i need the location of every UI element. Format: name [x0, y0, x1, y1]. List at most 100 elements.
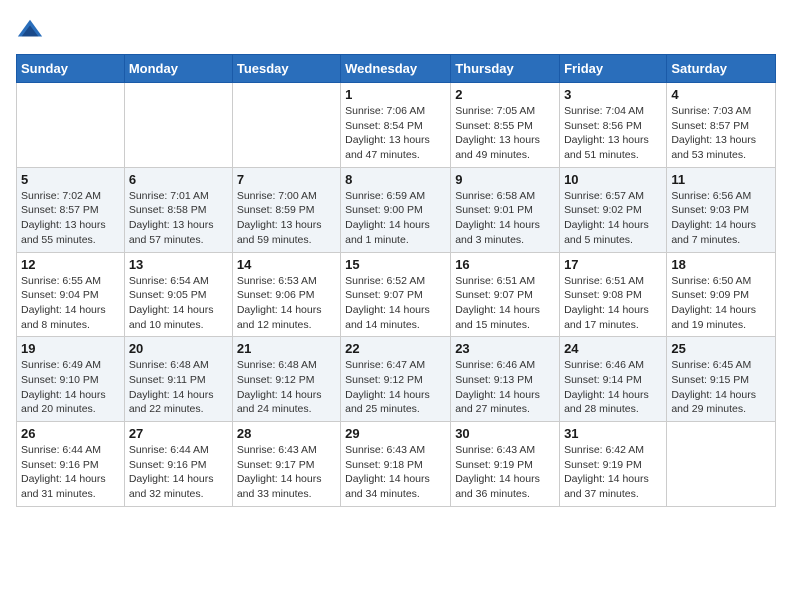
day-info: Sunrise: 7:01 AM Sunset: 8:58 PM Dayligh… [129, 189, 228, 248]
calendar-header-row: SundayMondayTuesdayWednesdayThursdayFrid… [17, 55, 776, 83]
day-info: Sunrise: 6:56 AM Sunset: 9:03 PM Dayligh… [671, 189, 771, 248]
logo [16, 16, 48, 44]
day-info: Sunrise: 7:06 AM Sunset: 8:54 PM Dayligh… [345, 104, 446, 163]
day-number: 5 [21, 172, 120, 187]
calendar-cell: 3 Sunrise: 7:04 AM Sunset: 8:56 PM Daylig… [560, 83, 667, 168]
col-header-saturday: Saturday [667, 55, 776, 83]
calendar-cell: 20 Sunrise: 6:48 AM Sunset: 9:11 PM Dayli… [124, 337, 232, 422]
day-info: Sunrise: 6:54 AM Sunset: 9:05 PM Dayligh… [129, 274, 228, 333]
day-info: Sunrise: 6:45 AM Sunset: 9:15 PM Dayligh… [671, 358, 771, 417]
day-info: Sunrise: 7:00 AM Sunset: 8:59 PM Dayligh… [237, 189, 336, 248]
day-info: Sunrise: 6:58 AM Sunset: 9:01 PM Dayligh… [455, 189, 555, 248]
day-info: Sunrise: 6:51 AM Sunset: 9:08 PM Dayligh… [564, 274, 662, 333]
col-header-friday: Friday [560, 55, 667, 83]
calendar-cell: 4Sunrise: 7:03 AM Sunset: 8:57 PM Daylig… [667, 83, 776, 168]
calendar-cell: 5 Sunrise: 7:02 AM Sunset: 8:57 PM Daylig… [17, 167, 125, 252]
calendar-cell: 29 Sunrise: 6:43 AM Sunset: 9:18 PM Dayli… [341, 422, 451, 507]
day-number: 23 [455, 341, 555, 356]
calendar-cell: 30 Sunrise: 6:43 AM Sunset: 9:19 PM Dayli… [451, 422, 560, 507]
calendar-week-row: 5 Sunrise: 7:02 AM Sunset: 8:57 PM Daylig… [17, 167, 776, 252]
day-number: 1 [345, 87, 446, 102]
day-info: Sunrise: 6:52 AM Sunset: 9:07 PM Dayligh… [345, 274, 446, 333]
calendar-table: SundayMondayTuesdayWednesdayThursdayFrid… [16, 54, 776, 507]
day-number: 18 [671, 257, 771, 272]
day-number: 22 [345, 341, 446, 356]
calendar-cell: 14Sunrise: 6:53 AM Sunset: 9:06 PM Dayli… [232, 252, 340, 337]
calendar-cell: 27 Sunrise: 6:44 AM Sunset: 9:16 PM Dayli… [124, 422, 232, 507]
day-number: 27 [129, 426, 228, 441]
calendar-week-row: 1 Sunrise: 7:06 AM Sunset: 8:54 PM Daylig… [17, 83, 776, 168]
day-info: Sunrise: 6:43 AM Sunset: 9:19 PM Dayligh… [455, 443, 555, 502]
calendar-cell: 15 Sunrise: 6:52 AM Sunset: 9:07 PM Dayli… [341, 252, 451, 337]
day-info: Sunrise: 6:44 AM Sunset: 9:16 PM Dayligh… [21, 443, 120, 502]
calendar-cell: 28 Sunrise: 6:43 AM Sunset: 9:17 PM Dayli… [232, 422, 340, 507]
day-info: Sunrise: 6:47 AM Sunset: 9:12 PM Dayligh… [345, 358, 446, 417]
day-number: 10 [564, 172, 662, 187]
day-number: 20 [129, 341, 228, 356]
day-number: 13 [129, 257, 228, 272]
calendar-cell: 18 Sunrise: 6:50 AM Sunset: 9:09 PM Dayli… [667, 252, 776, 337]
col-header-monday: Monday [124, 55, 232, 83]
day-info: Sunrise: 7:02 AM Sunset: 8:57 PM Dayligh… [21, 189, 120, 248]
day-info: Sunrise: 6:57 AM Sunset: 9:02 PM Dayligh… [564, 189, 662, 248]
day-number: 9 [455, 172, 555, 187]
day-number: 28 [237, 426, 336, 441]
calendar-cell: 19 Sunrise: 6:49 AM Sunset: 9:10 PM Dayli… [17, 337, 125, 422]
logo-icon [16, 16, 44, 44]
day-info: Sunrise: 6:51 AM Sunset: 9:07 PM Dayligh… [455, 274, 555, 333]
calendar-cell: 24 Sunrise: 6:46 AM Sunset: 9:14 PM Dayli… [560, 337, 667, 422]
day-info: Sunrise: 6:43 AM Sunset: 9:17 PM Dayligh… [237, 443, 336, 502]
day-number: 15 [345, 257, 446, 272]
calendar-week-row: 12Sunrise: 6:55 AM Sunset: 9:04 PM Dayli… [17, 252, 776, 337]
calendar-cell: 23Sunrise: 6:46 AM Sunset: 9:13 PM Dayli… [451, 337, 560, 422]
calendar-cell: 21 Sunrise: 6:48 AM Sunset: 9:12 PM Dayli… [232, 337, 340, 422]
day-info: Sunrise: 6:46 AM Sunset: 9:14 PM Dayligh… [564, 358, 662, 417]
calendar-cell: 1 Sunrise: 7:06 AM Sunset: 8:54 PM Daylig… [341, 83, 451, 168]
day-info: Sunrise: 6:43 AM Sunset: 9:18 PM Dayligh… [345, 443, 446, 502]
day-number: 17 [564, 257, 662, 272]
calendar-cell: 7 Sunrise: 7:00 AM Sunset: 8:59 PM Daylig… [232, 167, 340, 252]
calendar-cell: 2 Sunrise: 7:05 AM Sunset: 8:55 PM Daylig… [451, 83, 560, 168]
day-number: 19 [21, 341, 120, 356]
day-info: Sunrise: 7:05 AM Sunset: 8:55 PM Dayligh… [455, 104, 555, 163]
day-number: 6 [129, 172, 228, 187]
page-header [16, 16, 776, 44]
calendar-cell: 25 Sunrise: 6:45 AM Sunset: 9:15 PM Dayli… [667, 337, 776, 422]
day-number: 24 [564, 341, 662, 356]
calendar-cell [17, 83, 125, 168]
calendar-cell [124, 83, 232, 168]
day-number: 3 [564, 87, 662, 102]
day-info: Sunrise: 6:42 AM Sunset: 9:19 PM Dayligh… [564, 443, 662, 502]
day-info: Sunrise: 6:48 AM Sunset: 9:12 PM Dayligh… [237, 358, 336, 417]
day-info: Sunrise: 6:50 AM Sunset: 9:09 PM Dayligh… [671, 274, 771, 333]
day-number: 21 [237, 341, 336, 356]
calendar-cell: 6 Sunrise: 7:01 AM Sunset: 8:58 PM Daylig… [124, 167, 232, 252]
day-number: 7 [237, 172, 336, 187]
day-info: Sunrise: 6:48 AM Sunset: 9:11 PM Dayligh… [129, 358, 228, 417]
calendar-cell: 8Sunrise: 6:59 AM Sunset: 9:00 PM Daylig… [341, 167, 451, 252]
calendar-cell: 13 Sunrise: 6:54 AM Sunset: 9:05 PM Dayli… [124, 252, 232, 337]
col-header-tuesday: Tuesday [232, 55, 340, 83]
col-header-sunday: Sunday [17, 55, 125, 83]
day-info: Sunrise: 6:49 AM Sunset: 9:10 PM Dayligh… [21, 358, 120, 417]
day-number: 25 [671, 341, 771, 356]
calendar-cell: 22 Sunrise: 6:47 AM Sunset: 9:12 PM Dayli… [341, 337, 451, 422]
col-header-thursday: Thursday [451, 55, 560, 83]
day-number: 2 [455, 87, 555, 102]
day-info: Sunrise: 7:03 AM Sunset: 8:57 PM Dayligh… [671, 104, 771, 163]
calendar-cell: 10 Sunrise: 6:57 AM Sunset: 9:02 PM Dayli… [560, 167, 667, 252]
day-info: Sunrise: 6:44 AM Sunset: 9:16 PM Dayligh… [129, 443, 228, 502]
calendar-cell: 31 Sunrise: 6:42 AM Sunset: 9:19 PM Dayli… [560, 422, 667, 507]
day-number: 11 [671, 172, 771, 187]
day-number: 30 [455, 426, 555, 441]
day-number: 29 [345, 426, 446, 441]
calendar-week-row: 26 Sunrise: 6:44 AM Sunset: 9:16 PM Dayli… [17, 422, 776, 507]
calendar-cell: 26 Sunrise: 6:44 AM Sunset: 9:16 PM Dayli… [17, 422, 125, 507]
col-header-wednesday: Wednesday [341, 55, 451, 83]
calendar-week-row: 19 Sunrise: 6:49 AM Sunset: 9:10 PM Dayli… [17, 337, 776, 422]
calendar-cell: 9 Sunrise: 6:58 AM Sunset: 9:01 PM Daylig… [451, 167, 560, 252]
day-number: 12 [21, 257, 120, 272]
day-info: Sunrise: 7:04 AM Sunset: 8:56 PM Dayligh… [564, 104, 662, 163]
day-number: 26 [21, 426, 120, 441]
day-number: 31 [564, 426, 662, 441]
